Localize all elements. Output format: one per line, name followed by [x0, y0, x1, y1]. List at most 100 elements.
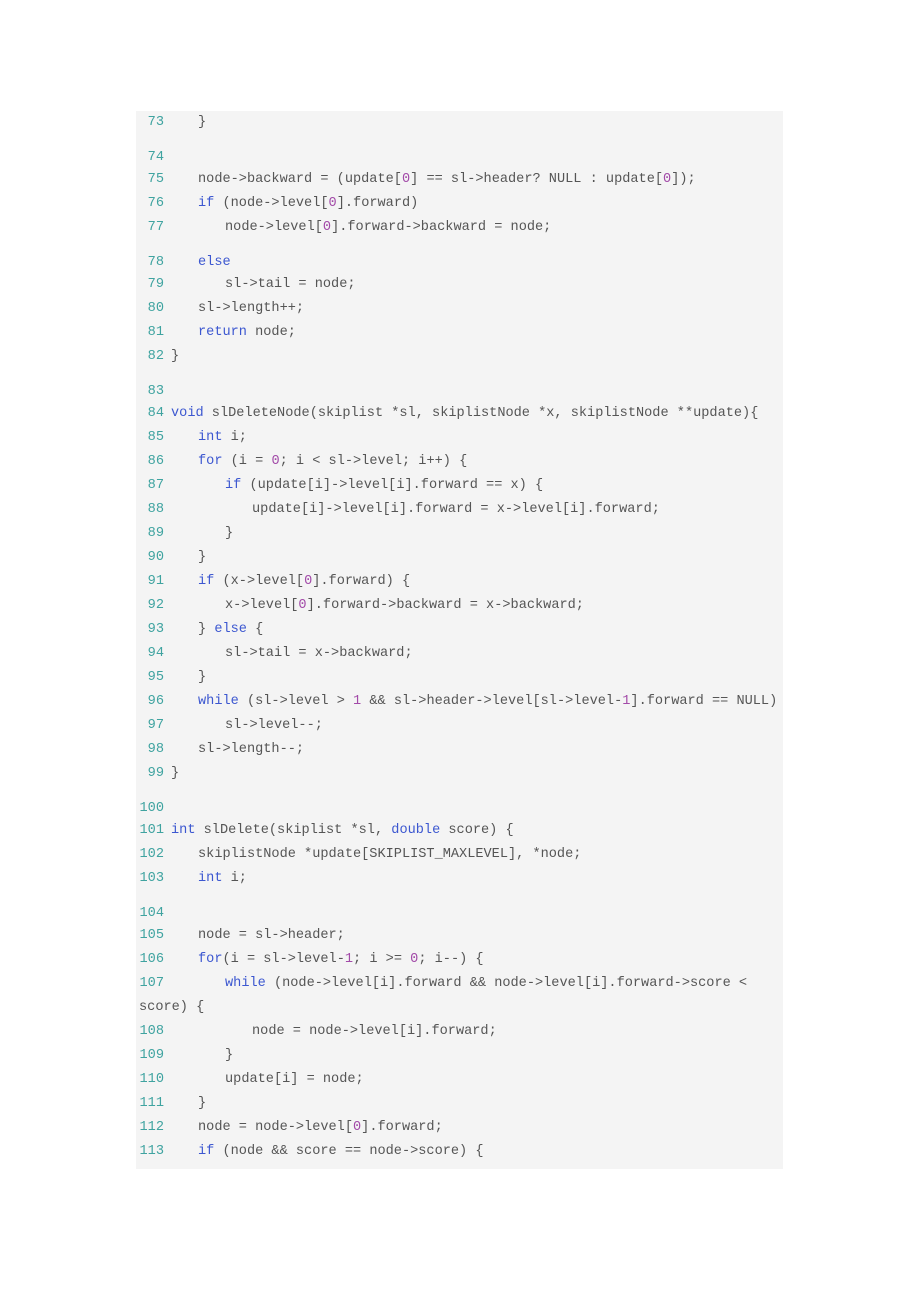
code-text: node->level[ [225, 220, 323, 235]
code-number: 1 [353, 694, 362, 709]
line-number: 98 [147, 742, 164, 757]
code-line: 104 [136, 904, 783, 924]
code-keyword: else [214, 622, 247, 637]
code-text: (update[i]->level[i].forward == x) { [241, 478, 544, 493]
code-line: 76 if (node->level[0].forward) [136, 192, 783, 216]
code-line: 74 [136, 148, 783, 168]
line-number: 113 [139, 1144, 164, 1159]
code-text: node->backward = (update[ [198, 172, 402, 187]
code-text: (i = [222, 454, 272, 469]
line-number: 100 [139, 801, 164, 816]
code-text: ].forward->backward = node; [331, 220, 552, 235]
code-keyword: if [198, 574, 215, 589]
code-keyword: int [171, 823, 196, 838]
code-text: ; i >= [353, 952, 411, 967]
code-line: 85 int i; [136, 426, 783, 450]
line-number: 92 [147, 598, 164, 613]
code-line: 82} [136, 345, 783, 369]
code-keyword: while [198, 694, 239, 709]
line-number: 75 [147, 172, 164, 187]
code-line: 75 node->backward = (update[0] == sl->hea… [136, 168, 783, 192]
code-line: 92 x->level[0].forward->backward = x->bac… [136, 594, 783, 618]
code-text: } [225, 526, 234, 541]
code-line: 78 else [136, 253, 783, 273]
line-number: 96 [147, 694, 164, 709]
line-number: 105 [139, 928, 164, 943]
code-keyword: return [198, 325, 247, 340]
line-number: 80 [147, 301, 164, 316]
code-line: 106 for(i = sl->level-1; i >= 0; i--) { [136, 948, 783, 972]
code-text: ].forward == NULL) [630, 694, 778, 709]
code-line: 90} [136, 546, 783, 570]
code-text: sl->tail = node; [225, 277, 356, 292]
code-keyword: int [198, 430, 223, 445]
code-text: ]); [671, 172, 696, 187]
code-text: } [198, 115, 207, 130]
line-number: 103 [139, 871, 164, 886]
code-text: node = sl->header; [198, 928, 345, 943]
code-keyword: double [391, 823, 441, 838]
code-number: 0 [322, 220, 332, 235]
code-keyword: if [198, 1144, 215, 1159]
code-text: } [198, 1096, 207, 1111]
line-number: 104 [139, 906, 164, 921]
line-number: 86 [147, 454, 164, 469]
code-text: x->level[ [225, 598, 299, 613]
code-text: ] == sl->header? NULL : update[ [410, 172, 664, 187]
code-text: node = node->level[i].forward; [252, 1024, 497, 1039]
code-text: sl->level--; [225, 718, 323, 733]
line-number: 74 [147, 150, 164, 165]
line-number: 82 [147, 349, 164, 364]
code-block: 73} 74 75 node->backward = (update[0] == sl… [136, 111, 783, 1169]
code-line: 87 if (update[i]->level[i].forward == x) … [136, 474, 783, 498]
code-line: 81 return node; [136, 321, 783, 345]
code-text: } [198, 622, 215, 637]
code-line: 113 if (node && score == node->score) { [136, 1140, 783, 1164]
code-text: sl->length--; [198, 742, 305, 757]
code-text: update[i] = node; [225, 1072, 364, 1087]
line-number: 83 [147, 384, 164, 399]
code-number: 0 [401, 172, 411, 187]
line-number: 84 [147, 406, 164, 421]
line-number: 112 [139, 1120, 164, 1135]
line-number: 94 [147, 646, 164, 661]
code-text: ; i < sl->level; i++) { [279, 454, 468, 469]
code-keyword: for [198, 952, 223, 967]
code-keyword: else [198, 255, 231, 270]
code-number: 0 [271, 454, 280, 469]
code-line: 96 while (sl->level > 1 && sl->header->le… [136, 690, 783, 714]
line-number: 97 [147, 718, 164, 733]
code-line: 107 while (node->level[i].forward && node… [136, 972, 783, 1020]
line-number: 99 [147, 766, 164, 781]
line-number: 107 [139, 976, 164, 991]
line-number: 76 [147, 196, 164, 211]
code-text: && sl->header->level[sl->level- [361, 694, 623, 709]
code-text: (node->level[ [214, 196, 329, 211]
line-number: 77 [147, 220, 164, 235]
code-text: slDeleteNode(skiplist *sl, skiplistNode … [203, 406, 759, 421]
code-text: } [171, 766, 180, 781]
line-number: 101 [139, 823, 164, 838]
code-line: 86 for (i = 0; i < sl->level; i++) { [136, 450, 783, 474]
code-text: } [198, 670, 207, 685]
line-number: 85 [147, 430, 164, 445]
code-number: 0 [663, 172, 672, 187]
code-line: 97 sl->level--; [136, 714, 783, 738]
code-keyword: for [198, 454, 223, 469]
code-line: 91 if (x->level[0].forward) { [136, 570, 783, 594]
code-text: ].forward->backward = x->backward; [306, 598, 584, 613]
code-number: 0 [298, 598, 307, 613]
code-text: score) { [440, 823, 514, 838]
code-line: 83 [136, 382, 783, 402]
code-text: ].forward; [361, 1120, 443, 1135]
code-line: 103 int i; [136, 867, 783, 891]
code-line: 102 skiplistNode *update[SKIPLIST_MAXLEVE… [136, 843, 783, 867]
line-number: 91 [147, 574, 164, 589]
code-text: node; [246, 325, 296, 340]
line-number: 110 [139, 1072, 164, 1087]
line-number: 95 [147, 670, 164, 685]
code-line: 80 sl->length++; [136, 297, 783, 321]
code-text: sl->length++; [198, 301, 305, 316]
line-number: 89 [147, 526, 164, 541]
code-text: { [246, 622, 264, 637]
